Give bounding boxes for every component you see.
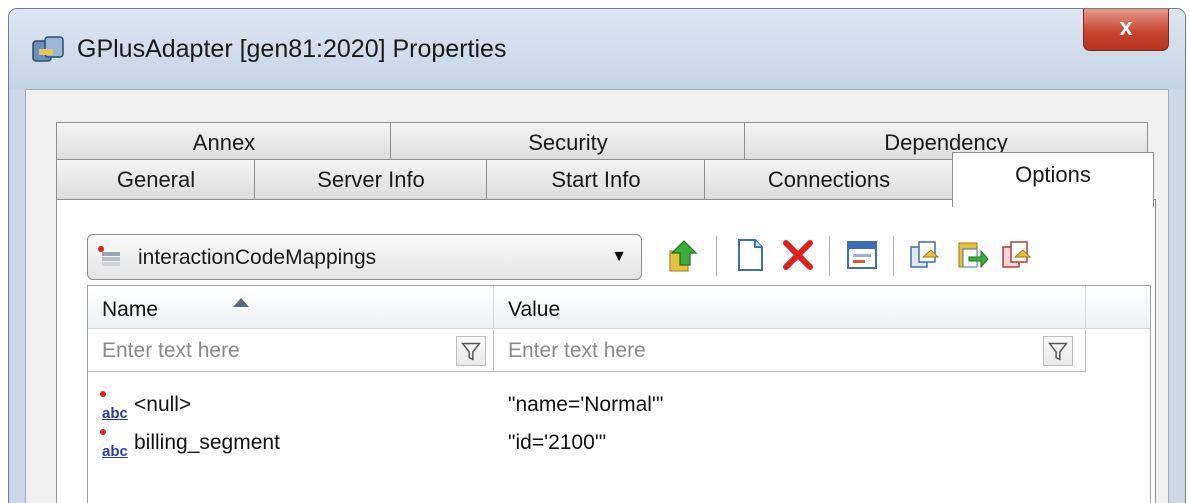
tab-general[interactable]: General	[56, 159, 256, 199]
column-header-name[interactable]: Name	[88, 286, 494, 329]
mappings-grid: Name Value Enter text here Enter text he…	[87, 285, 1151, 503]
value-filter-input[interactable]: Enter text here	[494, 330, 1086, 372]
section-icon	[98, 246, 120, 266]
section-select-value: interactionCodeMappings	[138, 246, 377, 269]
export-icon[interactable]	[999, 237, 1033, 273]
tab-security[interactable]: Security	[390, 122, 746, 162]
filter-icon[interactable]	[1043, 336, 1073, 366]
string-type-icon: abc	[100, 391, 128, 422]
move-up-icon[interactable]	[667, 237, 701, 273]
options-panel: interactionCodeMappings ▼ Name Value Ent…	[56, 199, 1156, 503]
tab-connections[interactable]: Connections	[704, 159, 954, 199]
dialog-client-area: Annex Security Dependency General Server…	[25, 89, 1169, 503]
adapter-app-icon	[32, 36, 64, 62]
section-select[interactable]: interactionCodeMappings ▼	[87, 234, 642, 280]
title-bar[interactable]: GPlusAdapter [gen81:2020] Properties x	[9, 9, 1185, 89]
paste-icon[interactable]	[955, 237, 989, 273]
filter-icon[interactable]	[456, 336, 486, 366]
column-header-value-label: Value	[508, 298, 561, 321]
row-value[interactable]: "id='2100'"	[508, 424, 606, 462]
delete-icon[interactable]	[781, 237, 815, 273]
edit-dialog-icon[interactable]	[845, 237, 879, 273]
row-name: billing_segment	[134, 431, 280, 454]
string-type-icon: abc	[100, 429, 128, 460]
table-row[interactable]: abc billing_segment	[100, 424, 280, 462]
copy-icon[interactable]	[907, 237, 941, 273]
column-header-value[interactable]: Value	[494, 286, 1086, 329]
tab-annex[interactable]: Annex	[56, 122, 392, 162]
tab-server-info[interactable]: Server Info	[254, 159, 488, 199]
table-row[interactable]: abc <null>	[100, 386, 191, 424]
toolbar-separator	[893, 236, 894, 276]
window-title: GPlusAdapter [gen81:2020] Properties	[77, 35, 507, 63]
row-name: <null>	[134, 393, 192, 416]
toolbar-separator	[829, 236, 830, 276]
tab-start-info[interactable]: Start Info	[486, 159, 706, 199]
name-filter-input[interactable]: Enter text here	[88, 330, 494, 372]
chevron-down-icon[interactable]: ▼	[611, 248, 627, 266]
properties-window: GPlusAdapter [gen81:2020] Properties x A…	[8, 8, 1186, 503]
row-value[interactable]: "name='Normal'"	[508, 386, 663, 424]
tab-options[interactable]: Options	[952, 152, 1154, 207]
column-header-filler	[1086, 286, 1150, 329]
new-item-icon[interactable]	[733, 237, 767, 273]
close-button[interactable]: x	[1083, 9, 1169, 51]
column-header-name-label: Name	[102, 298, 159, 321]
toolbar-separator	[716, 236, 717, 276]
sort-ascending-icon	[233, 298, 249, 307]
